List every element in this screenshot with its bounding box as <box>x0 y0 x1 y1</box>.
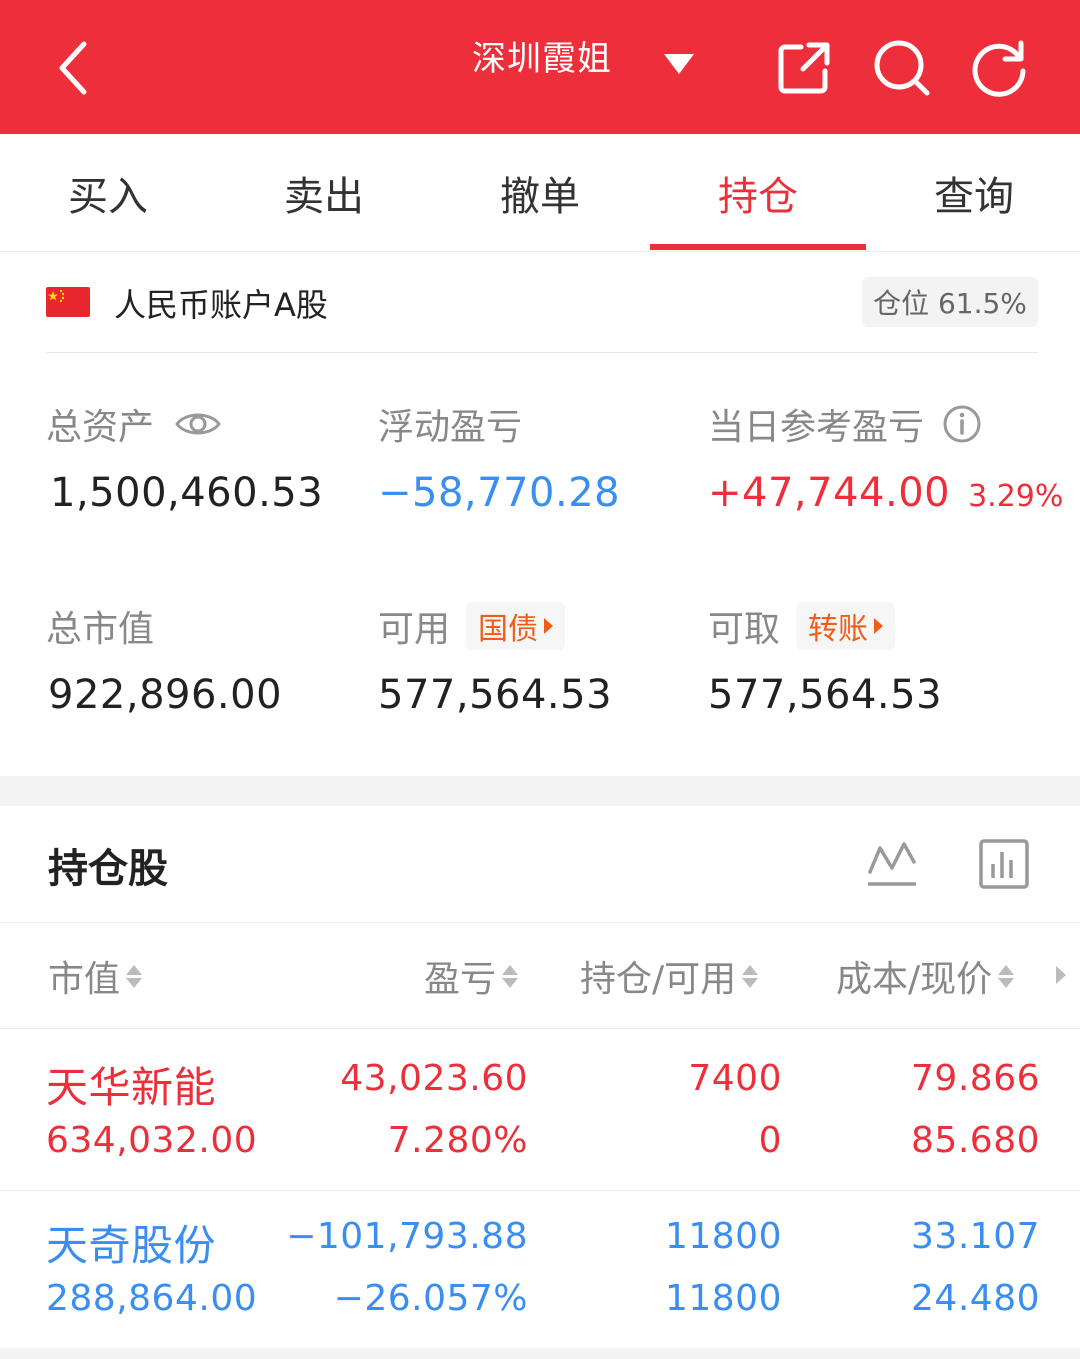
stock-market-value: 634,032.00 <box>46 1120 258 1161</box>
col-market-value-label: 市值 <box>48 959 121 1000</box>
stock-pnl: 43,023.60 <box>340 1058 528 1099</box>
stock-cost: 79.866 <box>911 1058 1040 1099</box>
account-selector[interactable]: 深圳霞姐 <box>472 30 612 80</box>
divider <box>0 1190 1080 1191</box>
line-chart-button[interactable] <box>866 838 918 890</box>
line-chart-icon <box>868 842 916 886</box>
top-bar: 深圳霞姐 <box>0 0 1080 134</box>
withdrawable-value: 577,564.53 <box>708 672 943 718</box>
stock-market-value: 288,864.00 <box>46 1278 258 1319</box>
stock-name: 天奇股份 <box>46 1221 217 1270</box>
dropdown-caret-icon[interactable] <box>662 52 696 80</box>
eye-icon[interactable] <box>174 408 222 440</box>
sort-icon <box>742 964 759 988</box>
section-gap <box>0 1348 1080 1359</box>
tab-sell[interactable]: 卖出 <box>216 134 432 252</box>
back-button[interactable] <box>44 30 104 106</box>
chevron-right-icon <box>544 618 554 634</box>
treasury-bond-label: 国债 <box>478 612 539 647</box>
transfer-button[interactable]: 转账 <box>796 602 896 650</box>
tab-positions[interactable]: 持仓 <box>650 134 866 252</box>
divider <box>0 1028 1080 1029</box>
trade-tabs: 买入 卖出 撤单 持仓 查询 <box>0 134 1080 252</box>
stock-price: 24.480 <box>911 1278 1040 1319</box>
floating-pnl-value: −58,770.28 <box>378 470 621 516</box>
refresh-icon <box>972 40 1026 97</box>
scroll-right-icon[interactable] <box>1056 966 1066 984</box>
daily-pnl-label-group: 当日参考盈亏 <box>708 398 982 450</box>
available-label: 可用 <box>378 609 451 650</box>
stock-pnl: −101,793.88 <box>286 1216 528 1257</box>
available-label-group: 可用 国债 <box>378 602 566 650</box>
stock-available: 11800 <box>664 1278 782 1319</box>
tab-buy[interactable]: 买入 <box>0 134 216 252</box>
withdrawable-label: 可取 <box>708 609 781 650</box>
col-position-label: 持仓/可用 <box>580 959 737 1000</box>
col-position-header[interactable]: 持仓/可用 <box>580 950 759 1002</box>
holdings-title: 持仓股 <box>48 846 168 892</box>
sort-icon <box>126 964 143 988</box>
withdrawable-label-group: 可取 转账 <box>708 602 896 650</box>
col-cost-price-label: 成本/现价 <box>836 959 993 1000</box>
market-value-label: 总市值 <box>46 609 155 650</box>
china-flag-icon <box>46 287 90 317</box>
col-cost-price-header[interactable]: 成本/现价 <box>836 950 1015 1002</box>
transfer-label: 转账 <box>808 612 869 647</box>
bar-chart-button[interactable] <box>978 838 1030 890</box>
stock-pnl-pct: 7.280% <box>387 1120 528 1161</box>
daily-pnl-pct: 3.29% <box>968 479 1064 514</box>
total-assets-label: 总资产 <box>46 407 155 448</box>
col-market-value-header[interactable]: 市值 <box>48 950 143 1002</box>
tab-cancel[interactable]: 撤单 <box>432 134 648 252</box>
col-pnl-header[interactable]: 盈亏 <box>424 950 519 1002</box>
available-value: 577,564.53 <box>378 672 613 718</box>
col-pnl-label: 盈亏 <box>424 959 497 1000</box>
sort-icon <box>502 964 519 988</box>
search-button[interactable] <box>870 36 934 100</box>
daily-pnl-group: +47,744.00 3.29% <box>708 470 1063 516</box>
position-ratio-badge: 仓位 61.5% <box>862 277 1038 327</box>
total-assets-value: 1,500,460.53 <box>50 470 324 516</box>
refresh-button[interactable] <box>968 36 1032 100</box>
daily-pnl-value: +47,744.00 <box>708 470 951 516</box>
divider <box>46 352 1038 353</box>
stock-name: 天华新能 <box>46 1063 217 1112</box>
bar-chart-icon <box>979 839 1029 889</box>
total-assets-label-group: 总资产 <box>46 398 222 450</box>
active-tab-indicator <box>650 244 866 250</box>
treasury-bond-button[interactable]: 国债 <box>466 602 566 650</box>
market-value-value: 922,896.00 <box>48 672 283 718</box>
sort-icon <box>998 964 1015 988</box>
info-icon[interactable] <box>942 404 982 444</box>
stock-cost: 33.107 <box>911 1216 1040 1257</box>
account-name: 人民币账户A股 <box>114 286 328 324</box>
share-button[interactable] <box>772 36 836 100</box>
back-icon <box>59 41 87 95</box>
stock-available: 0 <box>758 1120 782 1161</box>
account-title: 深圳霞姐 <box>472 38 612 79</box>
section-gap <box>0 776 1080 806</box>
floating-pnl-label: 浮动盈亏 <box>378 407 523 448</box>
stock-pnl-pct: −26.057% <box>333 1278 528 1319</box>
daily-pnl-label: 当日参考盈亏 <box>708 407 925 448</box>
stock-position: 11800 <box>664 1216 782 1257</box>
divider <box>0 922 1080 923</box>
share-icon <box>778 42 830 94</box>
stock-price: 85.680 <box>911 1120 1040 1161</box>
chevron-right-icon <box>874 618 884 634</box>
tab-query[interactable]: 查询 <box>866 134 1080 252</box>
stock-position: 7400 <box>688 1058 782 1099</box>
search-icon <box>874 40 930 96</box>
